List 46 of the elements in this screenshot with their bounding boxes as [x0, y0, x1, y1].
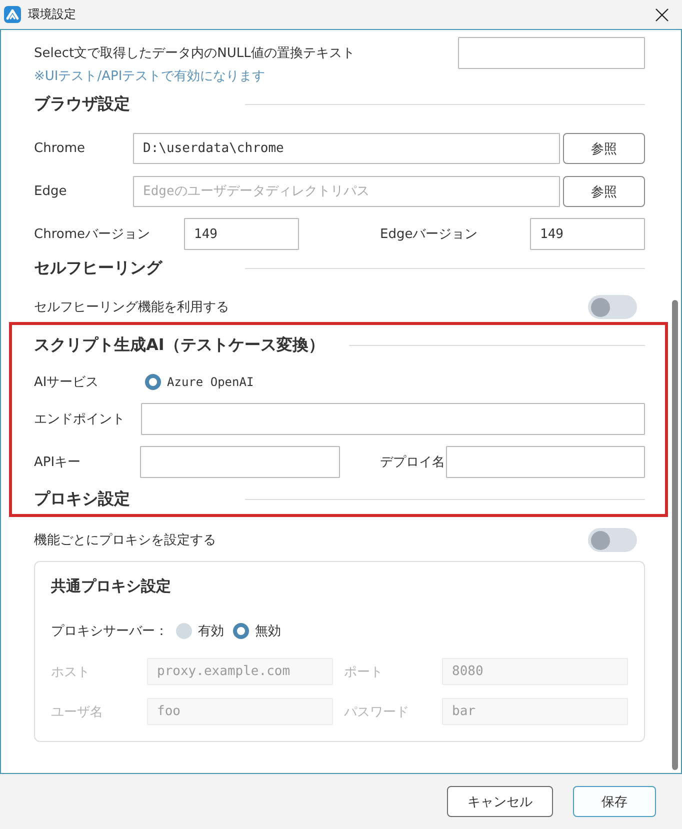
section-heading: プロキシ設定 — [34, 488, 130, 510]
window-title: 環境設定 — [28, 6, 76, 23]
field-label: エンドポイント — [34, 411, 126, 428]
radio-button[interactable] — [145, 374, 161, 390]
setting-label: Select文で取得したデータ内のNULL値の置換テキスト — [34, 45, 355, 62]
browse-button[interactable]: 参照 — [563, 133, 645, 164]
field-label: プロキシサーバー： — [51, 623, 169, 640]
field-label: ホスト — [51, 664, 91, 680]
input-field[interactable]: 149 — [184, 218, 299, 250]
section-heading: スクリプト生成AI（テストケース変換） — [34, 334, 324, 356]
radio-label[interactable]: 無効 — [255, 622, 281, 640]
save-button[interactable]: 保存 — [573, 786, 656, 817]
note-text: ※UIテスト/APIテストで有効になります — [34, 69, 266, 85]
radio-label[interactable]: Azure OpenAI — [167, 375, 254, 389]
input-field[interactable]: D:\userdata\chrome — [133, 133, 560, 164]
field-label: ポート — [344, 664, 384, 680]
section-heading: セルフヒーリング — [34, 258, 162, 278]
field-label: デプロイ名 — [380, 454, 446, 471]
input-field[interactable] — [141, 403, 645, 435]
field-label: Edge — [34, 184, 68, 199]
toggle-switch[interactable] — [588, 528, 637, 552]
close-icon[interactable] — [655, 8, 669, 22]
setting-label: 機能ごとにプロキシを設定する — [34, 532, 216, 549]
card-title: 共通プロキシ設定 — [51, 576, 171, 597]
field-label: パスワード — [344, 704, 410, 720]
app-logo-icon — [4, 6, 21, 23]
scrollbar-thumb[interactable] — [672, 300, 678, 770]
section-heading: ブラウザ設定 — [34, 94, 130, 114]
toggle-switch[interactable] — [588, 295, 637, 319]
input-field[interactable] — [458, 37, 645, 69]
field-label: Chrome — [34, 141, 86, 156]
browse-button[interactable]: 参照 — [563, 176, 645, 207]
input-field[interactable]: Edgeのユーザデータディレクトリパス — [133, 176, 560, 207]
radio-label[interactable]: 有効 — [198, 622, 224, 640]
field-label: AIサービス — [34, 374, 100, 391]
input-field[interactable] — [446, 446, 645, 478]
field-label: Chromeバージョン — [34, 226, 151, 243]
input-field[interactable]: 149 — [530, 218, 645, 250]
input-field[interactable] — [140, 446, 340, 478]
cancel-button[interactable]: キャンセル — [447, 786, 553, 817]
field-label: ユーザ名 — [51, 704, 104, 720]
radio-button[interactable] — [176, 623, 192, 639]
field-label: Edgeバージョン — [380, 226, 479, 243]
radio-button[interactable] — [233, 623, 249, 639]
setting-label: セルフヒーリング機能を利用する — [34, 299, 229, 316]
field-label: APIキー — [34, 454, 82, 471]
